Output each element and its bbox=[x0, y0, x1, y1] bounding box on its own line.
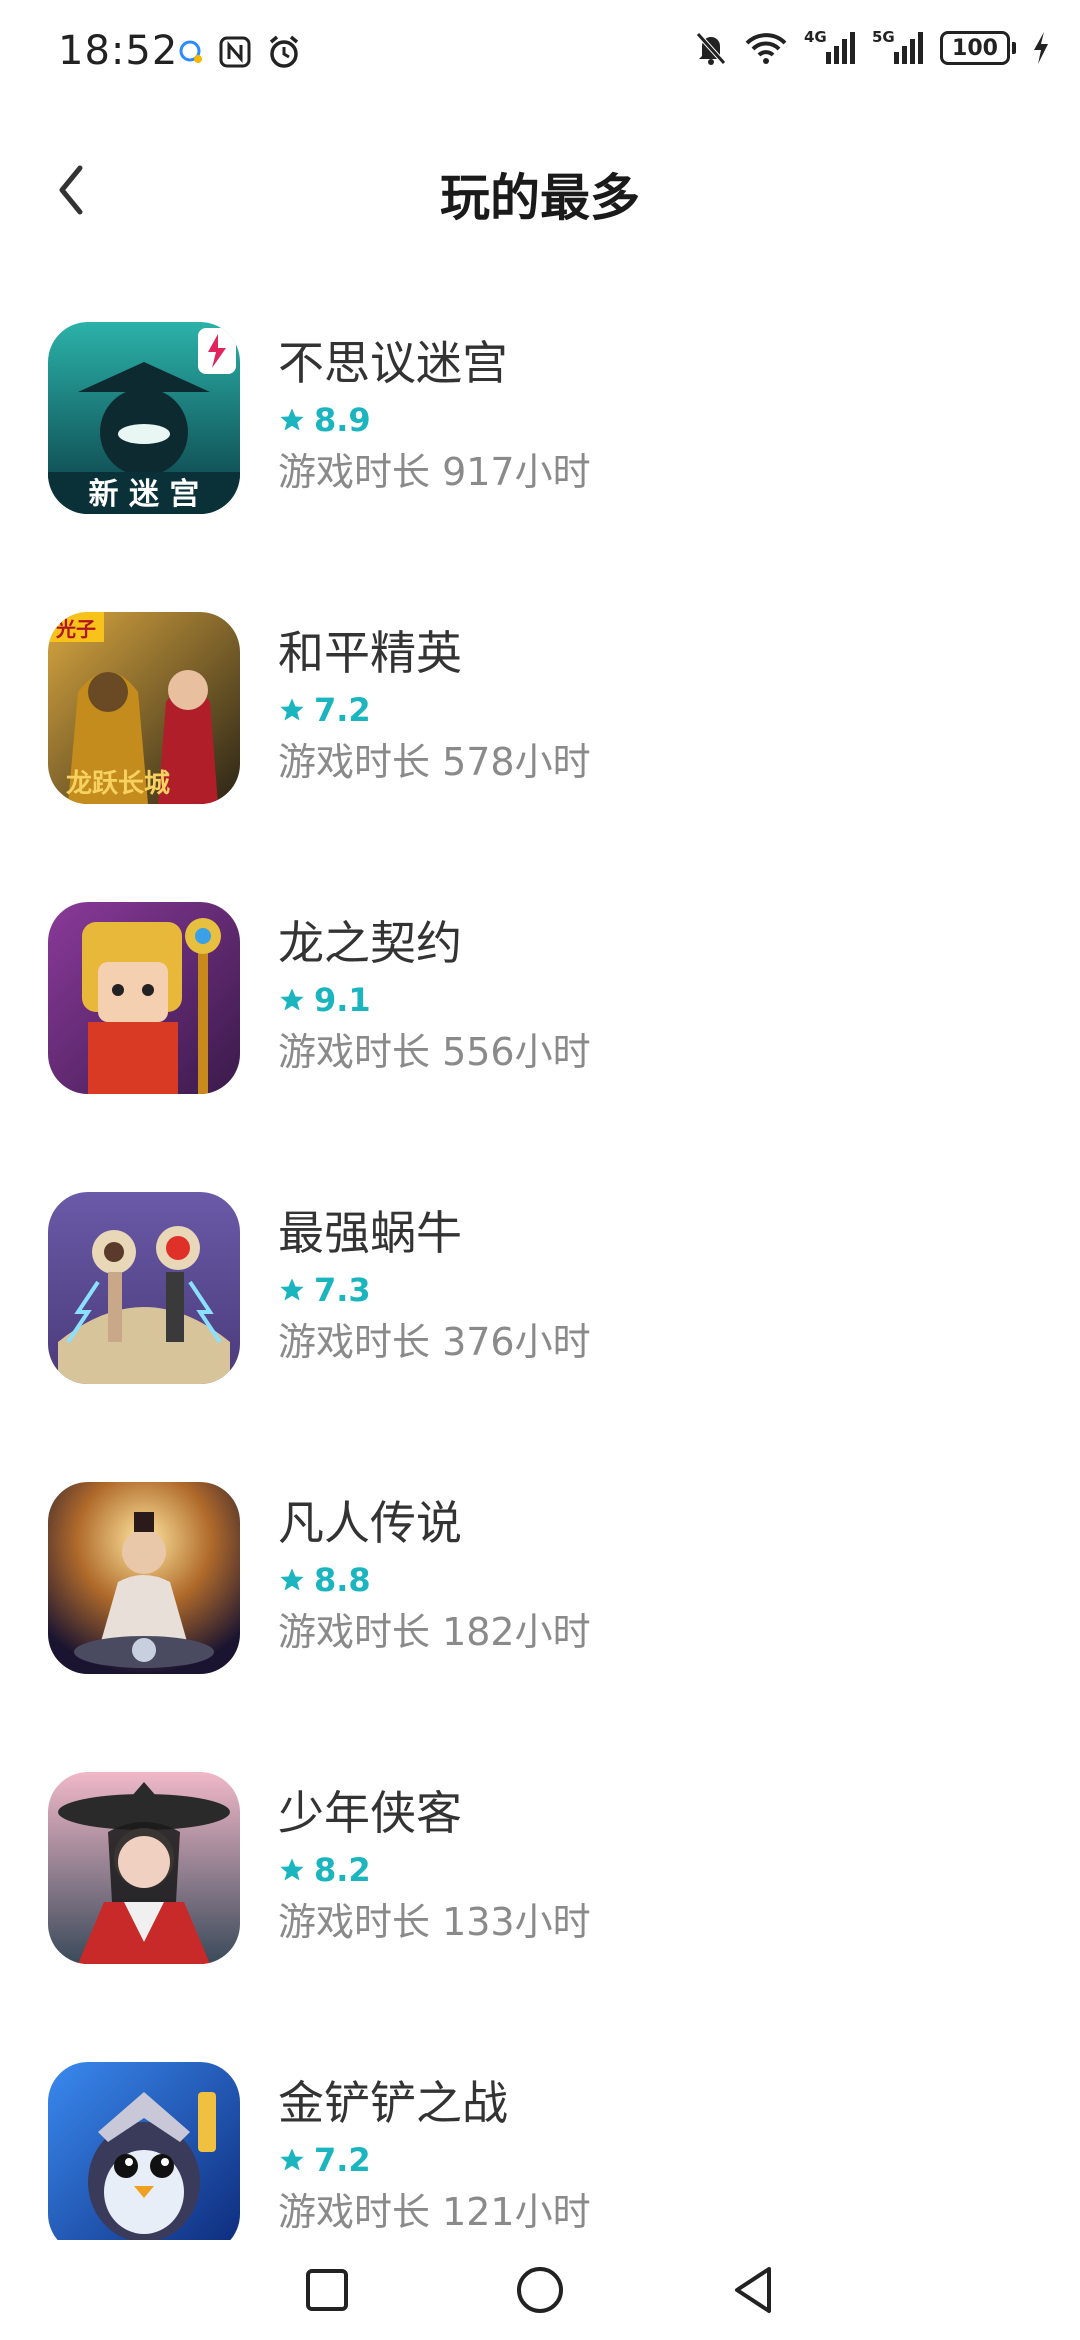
star-icon bbox=[280, 408, 304, 431]
charging-icon bbox=[1032, 30, 1050, 66]
game-rating: 8.9 bbox=[278, 398, 591, 442]
game-icon bbox=[48, 902, 240, 1094]
rating-value: 7.2 bbox=[314, 691, 371, 729]
nfc-icon bbox=[218, 35, 252, 69]
chat-notification-icon bbox=[178, 39, 204, 65]
game-rating: 7.3 bbox=[278, 1268, 591, 1312]
game-name: 少年侠客 bbox=[278, 1786, 462, 1840]
system-nav-bar bbox=[0, 2240, 1080, 2340]
game-list: 新 迷 宫 不思议迷宫 8.9 游戏时长 917小时 光子 龙跃长城 和平精英 … bbox=[0, 290, 1080, 2240]
game-playtime: 游戏时长 121小时 bbox=[278, 2190, 591, 2234]
game-icon: 光子 龙跃长城 bbox=[48, 612, 240, 804]
game-rating: 7.2 bbox=[278, 688, 591, 732]
game-rating: 8.2 bbox=[278, 1848, 591, 1892]
home-button[interactable] bbox=[510, 2260, 570, 2320]
game-icon bbox=[48, 1482, 240, 1674]
game-rating: 9.1 bbox=[278, 978, 591, 1022]
game-name: 龙之契约 bbox=[278, 916, 462, 970]
list-item[interactable]: 少年侠客 8.2 游戏时长 133小时 bbox=[0, 1740, 1080, 2030]
game-playtime: 游戏时长 376小时 bbox=[278, 1320, 591, 1364]
game-info: 最强蜗牛 7.3 游戏时长 376小时 bbox=[278, 1200, 591, 1370]
svg-text:光子: 光子 bbox=[55, 617, 96, 641]
game-playtime: 游戏时长 917小时 bbox=[278, 450, 591, 494]
header: 玩的最多 bbox=[0, 130, 1080, 250]
game-info: 少年侠客 8.2 游戏时长 133小时 bbox=[278, 1780, 591, 1950]
square-icon bbox=[305, 2269, 348, 2311]
list-item[interactable]: 光子 龙跃长城 和平精英 7.2 游戏时长 578小时 bbox=[0, 580, 1080, 870]
game-icon bbox=[48, 2062, 240, 2240]
list-item[interactable]: 新 迷 宫 不思议迷宫 8.9 游戏时长 917小时 bbox=[0, 290, 1080, 580]
svg-text:龙跃长城: 龙跃长城 bbox=[66, 769, 170, 799]
battery-icon: 100 bbox=[940, 31, 1016, 65]
status-left-icons bbox=[178, 34, 302, 70]
status-bar: 18:52 4G 5G 100 bbox=[0, 0, 1080, 108]
game-icon bbox=[48, 1192, 240, 1384]
game-icon: 新 迷 宫 bbox=[48, 322, 240, 514]
game-name: 和平精英 bbox=[278, 626, 462, 680]
game-rating: 7.2 bbox=[278, 2138, 591, 2182]
triangle-back-icon bbox=[735, 2267, 772, 2313]
game-playtime: 游戏时长 556小时 bbox=[278, 1030, 591, 1074]
game-playtime: 游戏时长 182小时 bbox=[278, 1610, 591, 1654]
game-name: 不思议迷宫 bbox=[278, 336, 508, 390]
star-icon bbox=[280, 698, 304, 721]
signal-5g-icon: 5G bbox=[872, 28, 924, 66]
rating-value: 8.8 bbox=[314, 1561, 371, 1599]
battery-level: 100 bbox=[940, 31, 1010, 65]
status-right-icons: 4G 5G 100 bbox=[694, 28, 1050, 66]
rating-value: 8.2 bbox=[314, 1851, 371, 1889]
svg-text:新 迷 宫: 新 迷 宫 bbox=[89, 477, 200, 512]
game-info: 龙之契约 9.1 游戏时长 556小时 bbox=[278, 910, 591, 1080]
wifi-icon bbox=[744, 31, 788, 65]
signal-4g-icon: 4G bbox=[804, 28, 856, 66]
recent-apps-button[interactable] bbox=[297, 2260, 357, 2320]
back-nav-button[interactable] bbox=[723, 2260, 783, 2320]
status-time: 18:52 bbox=[58, 28, 179, 74]
page-title: 玩的最多 bbox=[440, 169, 640, 227]
game-info: 凡人传说 8.8 游戏时长 182小时 bbox=[278, 1490, 591, 1660]
game-name: 最强蜗牛 bbox=[278, 1206, 462, 1260]
list-item[interactable]: 龙之契约 9.1 游戏时长 556小时 bbox=[0, 870, 1080, 1160]
game-info: 金铲铲之战 7.2 游戏时长 121小时 bbox=[278, 2070, 591, 2240]
rating-value: 8.9 bbox=[314, 401, 371, 439]
list-item[interactable]: 金铲铲之战 7.2 游戏时长 121小时 bbox=[0, 2030, 1080, 2240]
star-icon bbox=[280, 1858, 304, 1881]
game-info: 和平精英 7.2 游戏时长 578小时 bbox=[278, 620, 591, 790]
list-item[interactable]: 凡人传说 8.8 游戏时长 182小时 bbox=[0, 1450, 1080, 1740]
game-info: 不思议迷宫 8.9 游戏时长 917小时 bbox=[278, 330, 591, 500]
rating-value: 7.3 bbox=[314, 1271, 371, 1309]
rating-value: 9.1 bbox=[314, 981, 371, 1019]
game-name: 金铲铲之战 bbox=[278, 2076, 508, 2130]
mute-bell-icon bbox=[694, 30, 728, 66]
alarm-icon bbox=[266, 34, 302, 70]
game-rating: 8.8 bbox=[278, 1558, 591, 1602]
circle-icon bbox=[516, 2267, 563, 2313]
star-icon bbox=[280, 1278, 304, 1301]
game-icon bbox=[48, 1772, 240, 1964]
star-icon bbox=[280, 2148, 304, 2171]
game-playtime: 游戏时长 133小时 bbox=[278, 1900, 591, 1944]
rating-value: 7.2 bbox=[314, 2141, 371, 2179]
game-name: 凡人传说 bbox=[278, 1496, 462, 1550]
list-item[interactable]: 最强蜗牛 7.3 游戏时长 376小时 bbox=[0, 1160, 1080, 1450]
star-icon bbox=[280, 988, 304, 1011]
star-icon bbox=[280, 1568, 304, 1591]
game-playtime: 游戏时长 578小时 bbox=[278, 740, 591, 784]
